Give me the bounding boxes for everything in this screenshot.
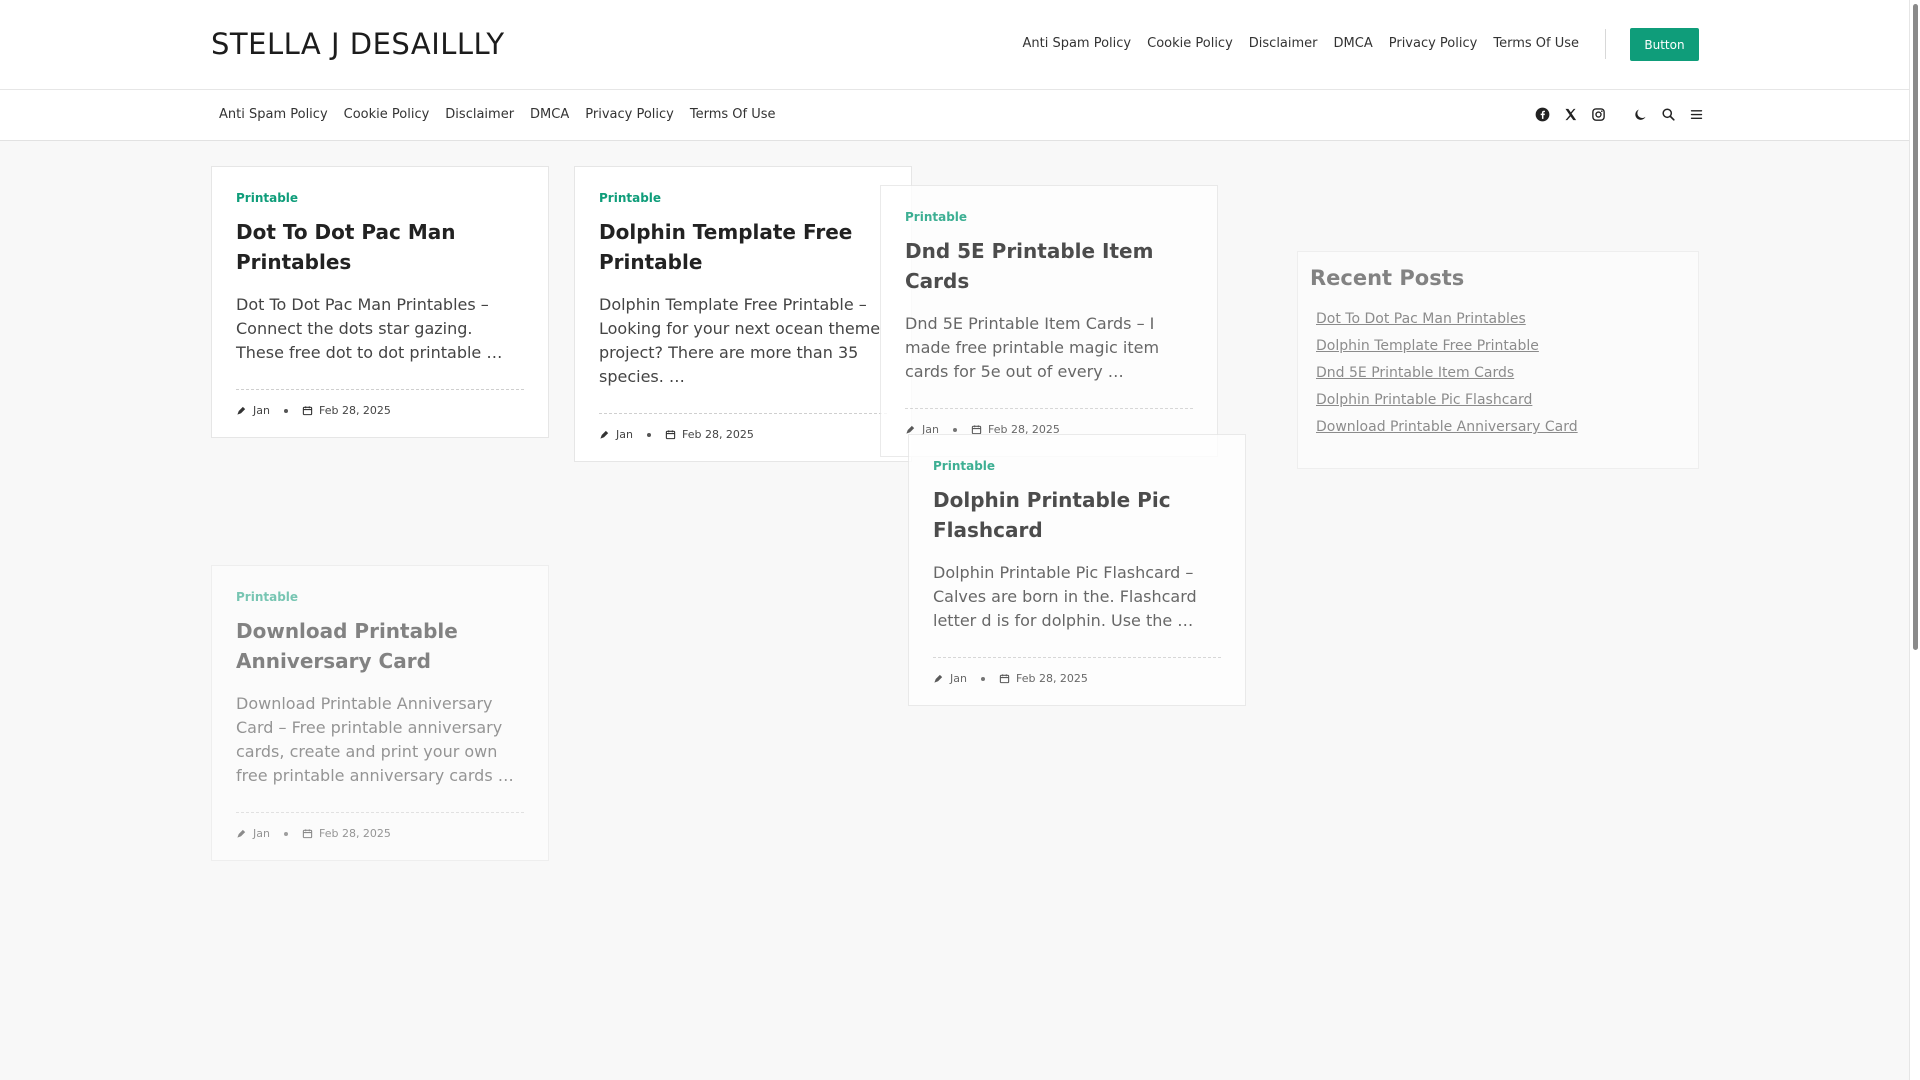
sub-header: Anti Spam Policy Cookie Policy Disclaime…: [0, 90, 1909, 141]
post-date[interactable]: Feb 28, 2025: [1016, 672, 1088, 685]
top-nav-privacy-policy[interactable]: Privacy Policy: [1389, 36, 1478, 51]
post-divider: [933, 657, 1221, 658]
post-divider: [236, 389, 524, 390]
post-author[interactable]: Jan: [253, 404, 270, 417]
post-title[interactable]: Dolphin Template Free Printable: [599, 217, 887, 277]
calendar-icon: [999, 674, 1010, 684]
post-title[interactable]: Download Printable Anniversary Card: [236, 616, 524, 676]
post-author[interactable]: Jan: [616, 428, 633, 441]
post-date[interactable]: Feb 28, 2025: [682, 428, 754, 441]
recent-post-link[interactable]: Dnd 5E Printable Item Cards: [1316, 365, 1514, 381]
post-category[interactable]: Printable: [599, 191, 887, 205]
list-item: Dot To Dot Pac Man Printables: [1316, 308, 1686, 327]
nav-dmca[interactable]: DMCA: [530, 107, 569, 122]
facebook-icon[interactable]: [1532, 104, 1552, 124]
post-category[interactable]: Printable: [905, 210, 1193, 224]
primary-nav: Anti Spam Policy Cookie Policy Disclaime…: [219, 107, 776, 122]
list-item: Dolphin Template Free Printable: [1316, 335, 1686, 354]
post-divider: [905, 408, 1193, 409]
post-meta: Jan Feb 28, 2025: [599, 428, 887, 441]
post-card: Printable Dot To Dot Pac Man Printables …: [211, 166, 549, 438]
instagram-icon[interactable]: [1588, 104, 1608, 124]
list-item: Download Printable Anniversary Card: [1316, 416, 1686, 435]
nav-anti-spam-policy[interactable]: Anti Spam Policy: [219, 107, 328, 122]
recent-post-link[interactable]: Dolphin Printable Pic Flashcard: [1316, 392, 1532, 408]
post-excerpt: Download Printable Anniversary Card – Fr…: [236, 694, 514, 785]
post-author[interactable]: Jan: [950, 672, 967, 685]
meta-dot: [646, 432, 651, 437]
pen-icon: [600, 430, 609, 439]
post-category[interactable]: Printable: [236, 590, 524, 604]
pen-icon: [237, 406, 246, 415]
recent-post-link[interactable]: Dot To Dot Pac Man Printables: [1316, 311, 1526, 327]
nav-cookie-policy[interactable]: Cookie Policy: [344, 107, 430, 122]
meta-dot: [980, 676, 985, 681]
top-nav: Anti Spam Policy Cookie Policy Disclaime…: [1022, 36, 1579, 51]
nav-terms-of-use[interactable]: Terms Of Use: [690, 107, 776, 122]
post-title[interactable]: Dolphin Printable Pic Flashcard: [933, 485, 1221, 545]
pen-icon: [237, 829, 246, 838]
page-scrollbar[interactable]: [1909, 0, 1920, 1080]
post-meta: Jan Feb 28, 2025: [236, 404, 524, 417]
post-date[interactable]: Feb 28, 2025: [319, 827, 391, 840]
recent-posts-widget: Recent Posts Dot To Dot Pac Man Printabl…: [1297, 251, 1699, 469]
recent-post-link[interactable]: Download Printable Anniversary Card: [1316, 419, 1578, 435]
post-category[interactable]: Printable: [236, 191, 524, 205]
post-date[interactable]: Feb 28, 2025: [319, 404, 391, 417]
nav-disclaimer[interactable]: Disclaimer: [445, 107, 514, 122]
x-icon[interactable]: [1560, 104, 1580, 124]
post-excerpt: Dnd 5E Printable Item Cards – I made fre…: [905, 314, 1160, 381]
site-title[interactable]: STELLA J DESAILLLY: [211, 27, 505, 61]
widget-title: Recent Posts: [1310, 266, 1465, 290]
post-meta: Jan Feb 28, 2025: [933, 672, 1221, 685]
post-divider: [236, 812, 524, 813]
meta-dot: [283, 408, 288, 413]
recent-post-link[interactable]: Dolphin Template Free Printable: [1316, 338, 1539, 354]
header-icons: [1532, 104, 1714, 124]
calendar-icon: [302, 829, 313, 839]
post-card: Printable Dolphin Printable Pic Flashcar…: [908, 434, 1246, 706]
meta-dot: [952, 427, 957, 432]
search-icon[interactable]: [1658, 104, 1678, 124]
menu-icon[interactable]: [1686, 104, 1706, 124]
post-excerpt: Dolphin Printable Pic Flashcard – Calves…: [933, 563, 1197, 630]
meta-dot: [283, 831, 288, 836]
post-meta: Jan Feb 28, 2025: [236, 827, 524, 840]
list-item: Dnd 5E Printable Item Cards: [1316, 362, 1686, 381]
calendar-icon: [302, 406, 313, 416]
pen-icon: [934, 674, 943, 683]
recent-posts-list: Dot To Dot Pac Man Printables Dolphin Te…: [1310, 308, 1686, 435]
top-nav-terms-of-use[interactable]: Terms Of Use: [1493, 36, 1579, 51]
header-button[interactable]: Button: [1630, 28, 1699, 61]
post-card: Printable Dolphin Template Free Printabl…: [574, 166, 912, 462]
post-divider: [599, 413, 887, 414]
nav-privacy-policy[interactable]: Privacy Policy: [585, 107, 674, 122]
post-card: Printable Dnd 5E Printable Item Cards Dn…: [880, 185, 1218, 457]
post-title[interactable]: Dot To Dot Pac Man Printables: [236, 217, 524, 277]
top-nav-disclaimer[interactable]: Disclaimer: [1249, 36, 1318, 51]
list-item: Dolphin Printable Pic Flashcard: [1316, 389, 1686, 408]
top-header: STELLA J DESAILLLY Anti Spam Policy Cook…: [0, 0, 1909, 90]
calendar-icon: [665, 430, 676, 440]
top-nav-dmca[interactable]: DMCA: [1334, 36, 1373, 51]
post-category[interactable]: Printable: [933, 459, 1221, 473]
header-divider: [1605, 29, 1606, 59]
top-nav-cookie-policy[interactable]: Cookie Policy: [1147, 36, 1233, 51]
post-title[interactable]: Dnd 5E Printable Item Cards: [905, 236, 1193, 296]
post-author[interactable]: Jan: [253, 827, 270, 840]
post-excerpt: Dolphin Template Free Printable – Lookin…: [599, 295, 881, 386]
moon-icon[interactable]: [1630, 104, 1650, 124]
post-excerpt: Dot To Dot Pac Man Printables – Connect …: [236, 295, 503, 362]
scrollbar-thumb[interactable]: [1913, 4, 1918, 650]
top-nav-anti-spam-policy[interactable]: Anti Spam Policy: [1022, 36, 1131, 51]
post-card: Printable Download Printable Anniversary…: [211, 565, 549, 861]
